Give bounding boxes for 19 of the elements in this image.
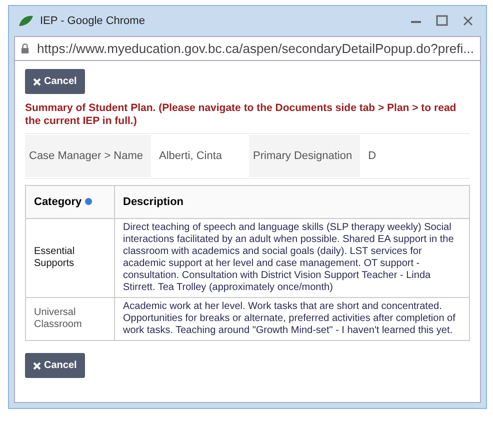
close-icon <box>33 362 41 370</box>
close-icon[interactable] <box>461 15 475 27</box>
field-value: Alberti, Cinta <box>158 150 224 162</box>
notice-text: Summary of Student Plan. (Please navigate to the Documents side tab > Plan > to read the current IEP in full.) <box>25 102 458 128</box>
table-cell: Essential Supports <box>26 218 114 298</box>
window-title: IEP - Google Chrome <box>40 15 145 27</box>
field-value: D <box>367 150 378 162</box>
column-header[interactable]: Description <box>114 186 470 219</box>
field-label: Case Manager > Name <box>25 135 152 178</box>
maximize-icon[interactable] <box>435 15 449 27</box>
lock-icon <box>21 43 30 54</box>
cancel-button[interactable]: Cancel <box>25 353 85 378</box>
table-cell: Universal Classroom <box>26 298 114 341</box>
cancel-button[interactable]: Cancel <box>25 69 85 94</box>
field-label: Primary Designation <box>249 135 360 178</box>
close-icon <box>33 78 41 86</box>
table-cell: Academic work at her level. Work tasks that are short and concentrated. Opportunities for breaks or alternate, preferred activities after completion of work tasks. Teaching around "Growth Mind-set" - I haven't learned this yet. <box>114 298 470 341</box>
leaf-icon <box>18 14 34 28</box>
table-cell: Direct teaching of speech and language skills (SLP therapy weekly) Social interactions facilitated by an adult when possible. Shared EA support in the classroom with academics and social goals (daily). LST services for academic support at her level and case management. OT support - consultation. Consultation with District Vision Support Teacher - Linda Stirrett. Tea Trolley (approximately once/month) <box>114 218 470 298</box>
